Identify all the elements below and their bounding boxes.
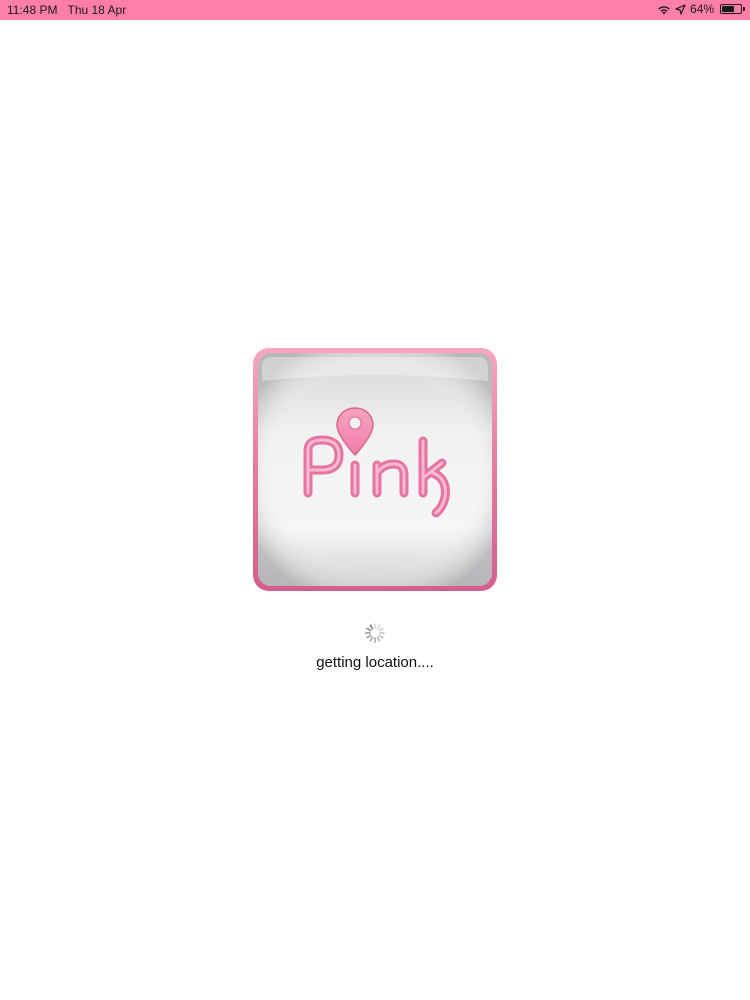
location-arrow-icon: [675, 3, 686, 15]
status-date: Thu 18 Apr: [67, 3, 127, 17]
status-time: 11:48 PM: [7, 3, 58, 17]
app-logo: [252, 347, 498, 592]
status-bar: 11:48 PM Thu 18 Apr 64%: [0, 0, 750, 20]
battery-level: [722, 6, 734, 12]
status-right: 64%: [657, 2, 745, 16]
activity-spinner-icon: [365, 623, 385, 643]
status-left: 11:48 PM Thu 18 Apr: [7, 3, 126, 17]
battery-icon: [720, 4, 745, 14]
battery-cap: [743, 7, 745, 11]
wifi-icon: [657, 4, 671, 15]
loading-status-text: getting location....: [316, 654, 434, 671]
battery-percent: 64%: [689, 2, 714, 16]
